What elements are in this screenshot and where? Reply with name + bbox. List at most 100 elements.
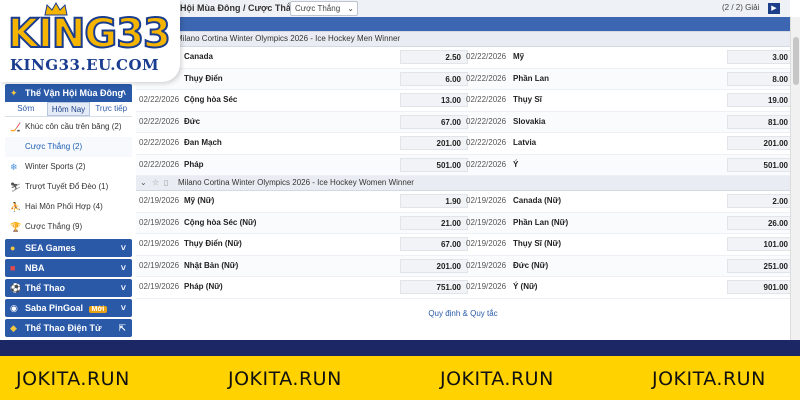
market-type-value: Cược Thắng <box>295 4 341 13</box>
sidebar-header-winter-olympics[interactable]: ✦ Thế Vận Hội Mùa Đông ˄ <box>5 84 132 102</box>
tab-live[interactable]: Trực tiếp <box>90 102 132 116</box>
scrollbar[interactable] <box>790 17 800 340</box>
soccer-ball-icon: ⚽ <box>10 283 22 293</box>
odds-button[interactable]: 751.00 <box>400 280 468 294</box>
event-date: 02/19/2026 <box>139 196 180 205</box>
league-header-women[interactable]: ⌄ ☆ ▯ Milano Cortina Winter Olympics 202… <box>136 176 790 191</box>
table-row: 02/22/2026 Pháp 501.00 02/22/2026 Ý 501.00 <box>136 154 795 176</box>
sidebar-item-biathlon[interactable]: ⛹ Hai Môn Phối Hợp (4) <box>5 197 132 217</box>
team-name: Phần Lan <box>513 73 550 83</box>
sidebar-item-label: Khúc côn cầu trên băng <box>25 122 110 131</box>
team-name: Thụy Sĩ <box>513 95 542 104</box>
odds-button[interactable]: 2.00 <box>727 194 795 208</box>
odds-button[interactable]: 201.00 <box>400 258 468 273</box>
odds-button[interactable]: 8.00 <box>727 71 795 86</box>
table-row: 02/19/2026 Thụy Điển (Nữ) 67.00 02/19/2026 T… <box>136 234 795 256</box>
team-name: Ý <box>513 159 519 169</box>
odds-button[interactable]: 1.90 <box>400 194 468 208</box>
sidebar-section-nba[interactable]: ■ NBA ˅ <box>5 259 132 277</box>
event-date: 02/19/2026 <box>139 282 180 291</box>
logo-domain: KING33.EU.COM <box>10 56 160 74</box>
chevron-down-icon: ˅ <box>120 283 126 293</box>
team-name: Nhật Bản (Nữ) <box>184 260 239 270</box>
scrollbar-thumb[interactable] <box>793 37 799 85</box>
odds-button[interactable]: 13.00 <box>400 93 468 107</box>
torch-icon: ✦ <box>10 88 18 98</box>
event-date: 02/19/2026 <box>466 260 507 270</box>
table-row: 02/19/2026 Pháp (Nữ) 751.00 02/19/2026 Ý (Nữ… <box>136 277 795 299</box>
chevron-down-icon: ˅ <box>120 303 126 313</box>
odds-button[interactable]: 501.00 <box>400 157 468 172</box>
pager-next-button[interactable]: ▶ <box>768 3 780 14</box>
sidebar-item-winter-sports[interactable]: ❄ Winter Sports (2) <box>5 157 132 177</box>
sidebar-item-count: (2) <box>111 122 122 131</box>
odds-button[interactable]: 201.00 <box>727 136 795 150</box>
odds-button[interactable]: 81.00 <box>727 114 795 129</box>
sidebar-section-sports[interactable]: ⚽ Thể Thao ˅ <box>5 279 132 297</box>
event-date: 02/19/2026 <box>139 260 180 270</box>
sidebar-section-label: Saba PinGoal <box>25 303 84 313</box>
team-name: Thụy Sĩ (Nữ) <box>513 239 562 248</box>
league-header-men[interactable]: Milano Cortina Winter Olympics 2026 - Ic… <box>136 32 790 47</box>
odds-button[interactable]: 21.00 <box>400 215 468 230</box>
event-date: 02/22/2026 <box>466 159 507 169</box>
odds-button[interactable]: 901.00 <box>727 280 795 294</box>
odds-button[interactable]: 251.00 <box>727 258 795 273</box>
biathlon-icon: ⛹ <box>10 202 22 212</box>
table-row: 02/22/2026 Cộng hòa Séc 13.00 02/22/2026 Thụ… <box>136 90 795 112</box>
sidebar-item-count: (4) <box>92 202 103 211</box>
banner-text: JOKITA.RUN <box>16 368 130 390</box>
sidebar-item-outright[interactable]: Cược Thắng (2) <box>5 137 132 157</box>
snowflake-icon: ❄ <box>10 162 18 172</box>
sidebar-item-count: (2) <box>75 162 86 171</box>
odds-button[interactable]: 67.00 <box>400 237 468 251</box>
odds-button[interactable]: 6.00 <box>400 71 468 86</box>
tab-today[interactable]: Hôm Nay <box>46 102 91 116</box>
odds-button[interactable]: 201.00 <box>400 136 468 150</box>
star-icon[interactable]: ☆ <box>152 176 159 190</box>
sidebar-section-saba-pingoal[interactable]: ◉ Saba PinGoal Mới ˅ <box>5 299 132 317</box>
odds-button[interactable]: 2.50 <box>400 50 468 64</box>
team-name: Đức (Nữ) <box>513 260 549 270</box>
sidebar-section-sea-games[interactable]: ● SEA Games ˅ <box>5 239 132 257</box>
tab-early[interactable]: Sớm <box>5 102 47 116</box>
market-type-select[interactable]: Cược Thắng ⌄ <box>290 1 358 16</box>
odds-button[interactable]: 501.00 <box>727 157 795 172</box>
odds-button[interactable]: 67.00 <box>400 114 468 129</box>
pin-icon[interactable]: ▯ <box>164 176 168 190</box>
odds-button[interactable]: 3.00 <box>727 50 795 64</box>
collapse-icon[interactable]: ⌄ <box>140 176 147 190</box>
team-name: Ý (Nữ) <box>513 282 538 291</box>
event-date: 02/22/2026 <box>139 138 180 147</box>
sea-games-icon: ● <box>10 243 16 253</box>
odds-button[interactable]: 26.00 <box>727 215 795 230</box>
odds-button[interactable]: 19.00 <box>727 93 795 107</box>
sidebar-item-ice-hockey[interactable]: 🏒 Khúc côn cầu trên băng (2) <box>5 117 132 137</box>
sidebar-item-alpine-skiing[interactable]: ⛷ Trượt Tuyết Đổ Đèo (1) <box>5 177 132 197</box>
banner-text: JOKITA.RUN <box>440 368 554 390</box>
league-name: Milano Cortina Winter Olympics 2026 - Ic… <box>178 178 414 187</box>
table-row: 02/19/2026 Cộng hòa Séc (Nữ) 21.00 02/19/20… <box>136 212 795 234</box>
chevron-down-icon: ⌄ <box>347 4 354 13</box>
banner-text: JOKITA.RUN <box>652 368 766 390</box>
king33-logo[interactable]: KING33 KING33.EU.COM <box>0 0 180 82</box>
team-name: Đức <box>184 116 201 126</box>
event-date: 02/19/2026 <box>466 196 507 205</box>
table-row: 02/22/2026 Đức 67.00 02/22/2026 Slovakia 81.0… <box>136 111 795 133</box>
sidebar-item-count: (9) <box>72 222 83 231</box>
sidebar-item-outright-9[interactable]: 🏆 Cược Thắng (9) <box>5 217 132 237</box>
table-row: Thụy Điển 6.00 02/22/2026 Phần Lan 8.00 <box>136 68 795 90</box>
league-rows-men: Canada 2.50 02/22/2026 Mỹ 3.00 Thụy Điển 6.00 0… <box>136 47 795 176</box>
team-name: Canada <box>184 52 213 61</box>
rules-link[interactable]: Quy định & Quy tắc <box>136 309 790 318</box>
chevron-down-icon: ˅ <box>120 263 126 273</box>
sidebar-section-esports[interactable]: ◆ Thể Thao Điện Tử ⇱ <box>5 319 132 337</box>
table-row: 02/19/2026 Mỹ (Nữ) 1.90 02/19/2026 Canada (N… <box>136 191 795 213</box>
sidebar-header-label: Thế Vận Hội Mùa Đông <box>25 88 123 98</box>
odds-button[interactable]: 101.00 <box>727 237 795 251</box>
event-date: 02/22/2026 <box>139 95 180 104</box>
team-name: Cộng hòa Séc (Nữ) <box>184 217 257 227</box>
league-name: Milano Cortina Winter Olympics 2026 - Ic… <box>176 34 401 43</box>
table-row: Canada 2.50 02/22/2026 Mỹ 3.00 <box>136 47 795 69</box>
league-header-lead[interactable]: u <box>136 17 790 32</box>
